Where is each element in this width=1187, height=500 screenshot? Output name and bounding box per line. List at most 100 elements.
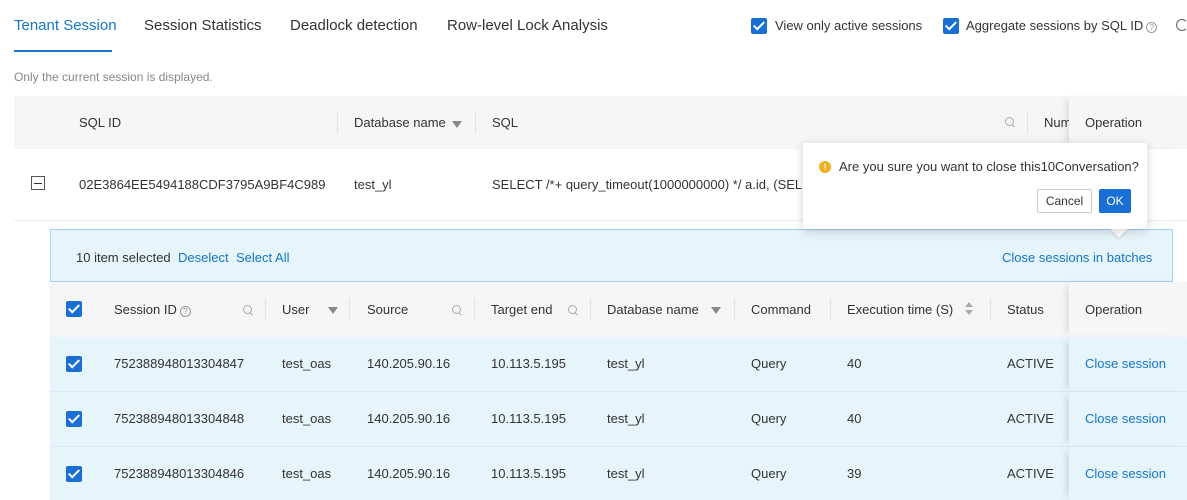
cell-command: Query bbox=[751, 466, 787, 481]
col-session-id-label: Session ID bbox=[114, 302, 177, 317]
filter-icon[interactable] bbox=[451, 121, 462, 128]
refresh-icon[interactable] bbox=[1176, 19, 1187, 31]
col-user: User bbox=[282, 302, 309, 317]
table-row: 752388948013304848 test_oas 140.205.90.1… bbox=[50, 392, 1187, 447]
col-database-name-label: Database name bbox=[354, 115, 446, 130]
row-checkbox[interactable] bbox=[66, 411, 82, 427]
cell-database-name: test_yl bbox=[607, 356, 645, 371]
minus-square-icon[interactable] bbox=[31, 176, 45, 190]
col-execution-time: Execution time (S) bbox=[847, 302, 954, 317]
select-all-checkbox[interactable] bbox=[66, 301, 82, 317]
col-operation: Operation bbox=[1085, 115, 1143, 130]
cell-target-end: 10.113.5.195 bbox=[491, 356, 566, 371]
col-target-end: Target end bbox=[491, 302, 553, 317]
cell-sql-link[interactable]: SELECT /*+ query_timeout(1000000000) */ … bbox=[492, 177, 811, 192]
batch-close-link[interactable]: Close sessions in batches bbox=[1002, 250, 1152, 265]
column-divider bbox=[337, 112, 338, 134]
column-divider bbox=[475, 112, 476, 134]
search-icon[interactable] bbox=[568, 305, 578, 315]
close-session-link[interactable]: Close session bbox=[1085, 356, 1166, 371]
cell-source: 140.205.90.16 bbox=[367, 466, 451, 481]
col-session-id: Session ID? bbox=[114, 302, 191, 317]
help-icon[interactable]: ? bbox=[1146, 22, 1158, 33]
column-divider bbox=[474, 298, 475, 320]
col-database-name: Database name bbox=[354, 115, 462, 130]
selected-count: 10 item selected bbox=[76, 250, 171, 265]
active-sessions-label[interactable]: View only active sessions bbox=[775, 18, 922, 33]
close-session-link[interactable]: Close session bbox=[1085, 411, 1166, 426]
col-sql: SQL bbox=[492, 115, 519, 130]
search-icon[interactable] bbox=[452, 305, 462, 315]
row-checkbox[interactable] bbox=[66, 466, 82, 482]
col-operation: Operation bbox=[1085, 302, 1143, 317]
cell-command: Query bbox=[751, 411, 787, 426]
search-icon[interactable] bbox=[243, 305, 253, 315]
table-row: 752388948013304847 test_oas 140.205.90.1… bbox=[50, 337, 1187, 392]
aggregate-sessions-checkbox[interactable] bbox=[943, 18, 959, 34]
column-divider bbox=[265, 298, 266, 320]
cell-source: 140.205.90.16 bbox=[367, 356, 451, 371]
active-sessions-checkbox[interactable] bbox=[751, 18, 767, 34]
col-num: Num bbox=[1044, 115, 1072, 130]
column-divider bbox=[349, 298, 350, 320]
cell-target-end: 10.113.5.195 bbox=[491, 466, 566, 481]
tab-deadlock-detection[interactable]: Deadlock detection bbox=[290, 17, 418, 34]
tab-session-statistics[interactable]: Session Statistics bbox=[144, 17, 262, 34]
session-note: Only the current session is displayed. bbox=[14, 70, 213, 84]
filter-icon[interactable] bbox=[328, 307, 338, 314]
help-icon[interactable]: ? bbox=[179, 306, 191, 317]
col-database-name: Database name bbox=[607, 302, 699, 317]
row-checkbox[interactable] bbox=[66, 356, 82, 372]
inner-table-header: Session ID? User Source Target end Datab… bbox=[50, 282, 1187, 337]
col-command: Command bbox=[751, 302, 811, 317]
column-divider bbox=[590, 298, 591, 320]
cell-execution-time: 40 bbox=[847, 411, 862, 426]
cell-user: test_oas bbox=[282, 356, 332, 371]
cell-command: Query bbox=[751, 356, 787, 371]
close-confirm-popover: ! Are you sure you want to close this10C… bbox=[803, 143, 1147, 229]
confirm-message: Are you sure you want to close this10Con… bbox=[839, 159, 1139, 174]
selection-bar: 10 item selected Deselect Select All Clo… bbox=[50, 229, 1173, 282]
column-divider bbox=[734, 298, 735, 320]
inner-operation-header: Operation bbox=[1069, 282, 1187, 337]
col-user-label: User bbox=[282, 302, 310, 317]
deselect-link[interactable]: Deselect bbox=[178, 250, 229, 265]
col-status: Status bbox=[1007, 302, 1044, 317]
select-all-link[interactable]: Select All bbox=[236, 250, 289, 265]
aggregate-sessions-option[interactable]: Aggregate sessions by SQL ID? bbox=[966, 18, 1158, 33]
outer-operation-header: Operation bbox=[1069, 96, 1187, 149]
tab-row-level-lock-analysis[interactable]: Row-level Lock Analysis bbox=[447, 17, 608, 34]
column-divider bbox=[990, 298, 991, 320]
cell-status: ACTIVE bbox=[1007, 356, 1054, 371]
cell-execution-time: 39 bbox=[847, 466, 862, 481]
filter-icon[interactable] bbox=[711, 307, 721, 314]
cancel-button[interactable]: Cancel bbox=[1037, 189, 1092, 213]
search-icon[interactable] bbox=[1005, 117, 1015, 127]
warning-circle-icon: ! bbox=[819, 161, 831, 173]
cell-user: test_oas bbox=[282, 466, 332, 481]
tab-tenant-session[interactable]: Tenant Session bbox=[14, 17, 117, 34]
tab-bar: Tenant Session Session Statistics Deadlo… bbox=[0, 0, 1187, 54]
cell-execution-time: 40 bbox=[847, 356, 862, 371]
col-source: Source bbox=[367, 302, 409, 317]
active-tab-indicator bbox=[14, 50, 112, 52]
operation-cell: Close session bbox=[1069, 337, 1187, 392]
outer-table-header: SQL ID Database name SQL Num bbox=[14, 96, 1187, 149]
cell-target-end: 10.113.5.195 bbox=[491, 411, 566, 426]
cell-database-name: test_yl bbox=[607, 466, 645, 481]
table-row: 752388948013304846 test_oas 140.205.90.1… bbox=[50, 447, 1187, 500]
cell-session-id: 752388948013304848 bbox=[114, 411, 245, 426]
cell-database-name: test_yl bbox=[607, 411, 645, 426]
ok-button[interactable]: OK bbox=[1099, 189, 1131, 213]
operation-cell: Close session bbox=[1069, 392, 1187, 447]
sort-icon[interactable] bbox=[965, 302, 973, 316]
column-divider bbox=[1027, 112, 1028, 134]
col-sql-id: SQL ID bbox=[79, 115, 122, 130]
aggregate-sessions-label: Aggregate sessions by SQL ID bbox=[966, 18, 1144, 33]
cell-user: test_oas bbox=[282, 411, 332, 426]
operation-cell: Close session bbox=[1069, 447, 1187, 500]
cell-database-name: test_yl bbox=[354, 177, 392, 192]
cell-status: ACTIVE bbox=[1007, 411, 1054, 426]
close-session-link[interactable]: Close session bbox=[1085, 466, 1166, 481]
cell-status: ACTIVE bbox=[1007, 466, 1054, 481]
